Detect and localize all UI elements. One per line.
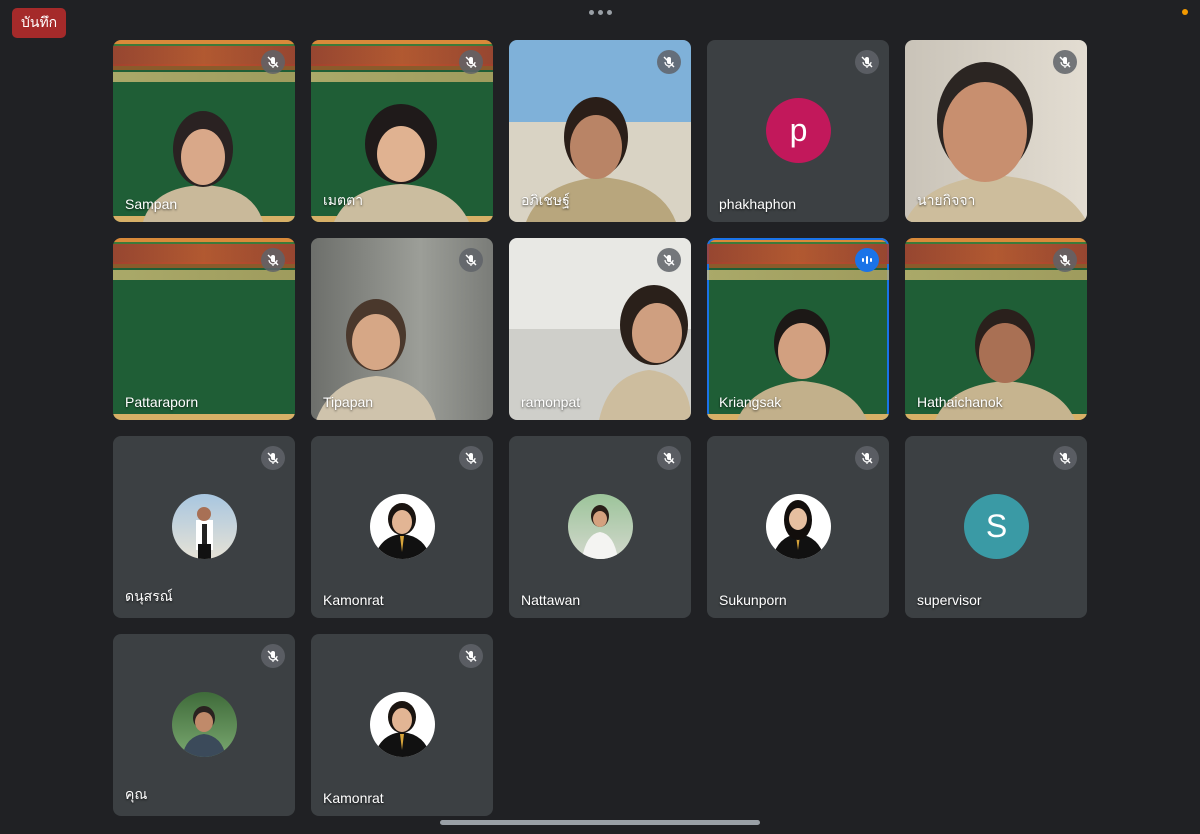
mic-muted-icon xyxy=(459,644,483,668)
participant-name: ดนุสรณ์ xyxy=(125,588,173,604)
mic-muted-icon xyxy=(1053,50,1077,74)
avatar xyxy=(172,692,237,757)
more-options-icon[interactable] xyxy=(589,10,612,15)
participant-tile[interactable]: Kamonrat xyxy=(311,634,493,816)
participant-name: Hathaichanok xyxy=(917,394,1003,410)
participant-name: Nattawan xyxy=(521,592,581,608)
participant-tile[interactable]: นายกิจจา xyxy=(905,40,1087,222)
mic-muted-icon xyxy=(657,50,681,74)
participant-tile[interactable]: S supervisor xyxy=(905,436,1087,618)
avatar: p xyxy=(766,98,831,163)
mic-muted-icon xyxy=(261,644,285,668)
participant-tile[interactable]: เมตตา xyxy=(311,40,493,222)
home-indicator xyxy=(440,820,760,825)
participant-tile[interactable]: Kamonrat xyxy=(311,436,493,618)
participant-name: เมตตา xyxy=(323,192,364,208)
participant-tile-self[interactable]: คุณ xyxy=(113,634,295,816)
participant-name: Tipapan xyxy=(323,394,374,410)
mic-muted-icon xyxy=(657,446,681,470)
participant-name: Sukunporn xyxy=(719,592,787,608)
participant-name: Kriangsak xyxy=(719,394,782,410)
participant-name: phakhaphon xyxy=(719,196,797,212)
avatar xyxy=(172,494,237,559)
participant-name: นายกิจจา xyxy=(917,192,976,208)
mic-muted-icon xyxy=(459,446,483,470)
avatar xyxy=(370,692,435,757)
avatar: S xyxy=(964,494,1029,559)
avatar xyxy=(766,494,831,559)
mic-muted-icon xyxy=(1053,248,1077,272)
participant-tile[interactable]: Tipapan xyxy=(311,238,493,420)
participant-tile[interactable]: ramonpat xyxy=(509,238,691,420)
participant-tile[interactable]: p phakhaphon xyxy=(707,40,889,222)
mic-muted-icon xyxy=(855,50,879,74)
mic-muted-icon xyxy=(855,446,879,470)
participant-name: อภิเชษฐ์ xyxy=(521,192,570,208)
participant-name: Kamonrat xyxy=(323,790,384,806)
participant-name: ramonpat xyxy=(521,394,581,410)
participant-tile[interactable]: Pattaraporn xyxy=(113,238,295,420)
participant-tile[interactable]: อภิเชษฐ์ xyxy=(509,40,691,222)
mic-muted-icon xyxy=(261,50,285,74)
participant-tile[interactable]: ดนุสรณ์ xyxy=(113,436,295,618)
participant-name: Pattaraporn xyxy=(125,394,199,410)
mic-muted-icon xyxy=(459,50,483,74)
mic-muted-icon xyxy=(657,248,681,272)
participant-tile[interactable]: Sampan xyxy=(113,40,295,222)
record-badge[interactable]: บันทึก xyxy=(12,8,67,38)
participant-name: Kamonrat xyxy=(323,592,384,608)
mic-muted-icon xyxy=(1053,446,1077,470)
participant-tile[interactable]: Nattawan xyxy=(509,436,691,618)
participant-tile[interactable]: Sukunporn xyxy=(707,436,889,618)
mic-muted-icon xyxy=(261,446,285,470)
speaking-icon xyxy=(855,248,879,272)
participant-tile-speaking[interactable]: Kriangsak xyxy=(707,238,889,420)
avatar xyxy=(568,494,633,559)
mic-muted-icon xyxy=(459,248,483,272)
status-indicator-icon xyxy=(1182,9,1188,15)
participant-name: Sampan xyxy=(125,196,178,212)
participant-name: supervisor xyxy=(917,592,982,608)
participant-tile[interactable]: Hathaichanok xyxy=(905,238,1087,420)
avatar xyxy=(370,494,435,559)
mic-muted-icon xyxy=(261,248,285,272)
participant-name: คุณ xyxy=(125,786,148,802)
